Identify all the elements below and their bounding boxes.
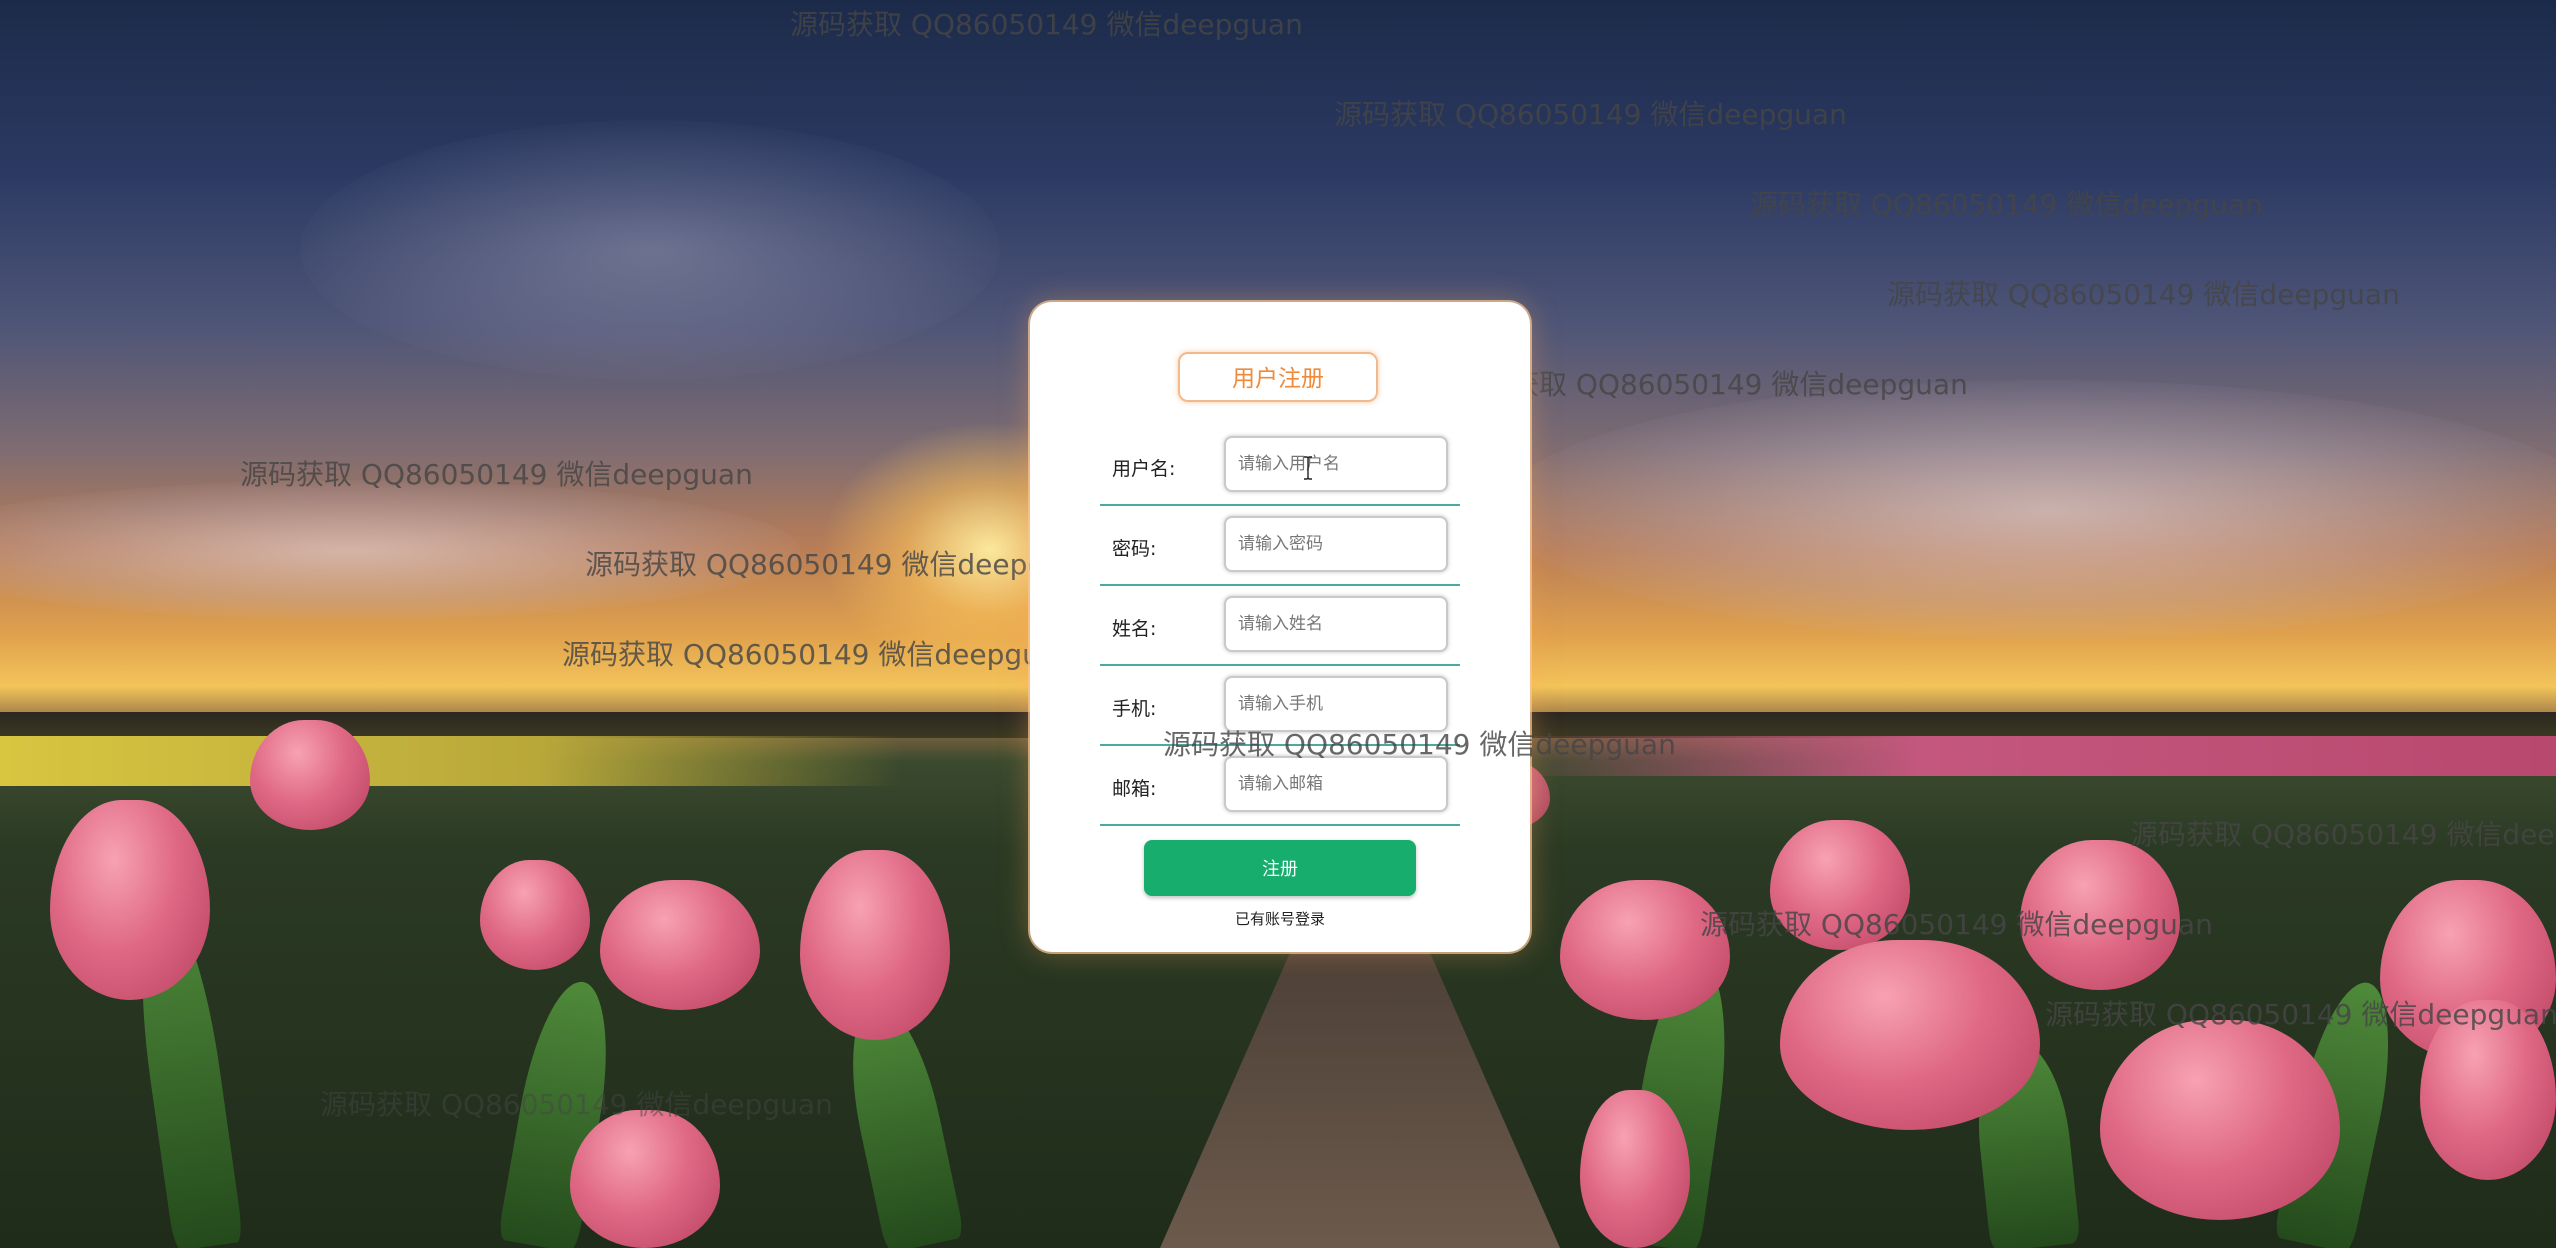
cloud [300,120,1000,380]
i-beam-cursor-icon [1304,456,1312,480]
form-row-password: 密码: [1100,506,1460,586]
form-row-username: 用户名: [1100,426,1460,506]
username-label: 用户名: [1112,458,1176,480]
register-card: 用户注册 用户名: 密码: 姓名: 手机: 邮箱: 注册 已有账号登录 [1030,302,1530,952]
form-row-phone: 手机: [1100,666,1460,746]
tulip-flower [480,860,590,970]
tulip-flower [2100,1020,2340,1220]
password-label: 密码: [1112,538,1157,560]
email-input[interactable] [1224,756,1448,812]
register-button[interactable]: 注册 [1144,840,1416,896]
cloud [1500,380,2556,640]
tulip-flower [1560,880,1730,1020]
tulip-flower [250,720,370,830]
password-input[interactable] [1224,516,1448,572]
phone-label: 手机: [1112,698,1157,720]
name-label: 姓名: [1112,618,1157,640]
login-link[interactable]: 已有账号登录 [1030,908,1530,929]
form-row-name: 姓名: [1100,586,1460,666]
form-row-email: 邮箱: [1100,746,1460,826]
tulip-flower [600,880,760,1010]
tulip-flower [1770,820,1910,950]
tulip-flower [570,1110,720,1248]
cloud [0,480,800,620]
tulip-flower [2420,1000,2556,1180]
tulip-flower [1780,940,2040,1130]
username-input[interactable] [1224,436,1448,492]
name-input[interactable] [1224,596,1448,652]
tulip-flower [50,800,210,1000]
tulip-flower [1580,1090,1690,1248]
dirt-path [1160,930,1560,1248]
phone-input[interactable] [1224,676,1448,732]
pink-tulip-field [1500,736,2556,776]
tulip-flower [2020,840,2180,990]
register-title: 用户注册 [1178,352,1378,402]
yellow-tulip-field [0,736,900,786]
tulip-flower [800,850,950,1040]
email-label: 邮箱: [1112,778,1157,800]
